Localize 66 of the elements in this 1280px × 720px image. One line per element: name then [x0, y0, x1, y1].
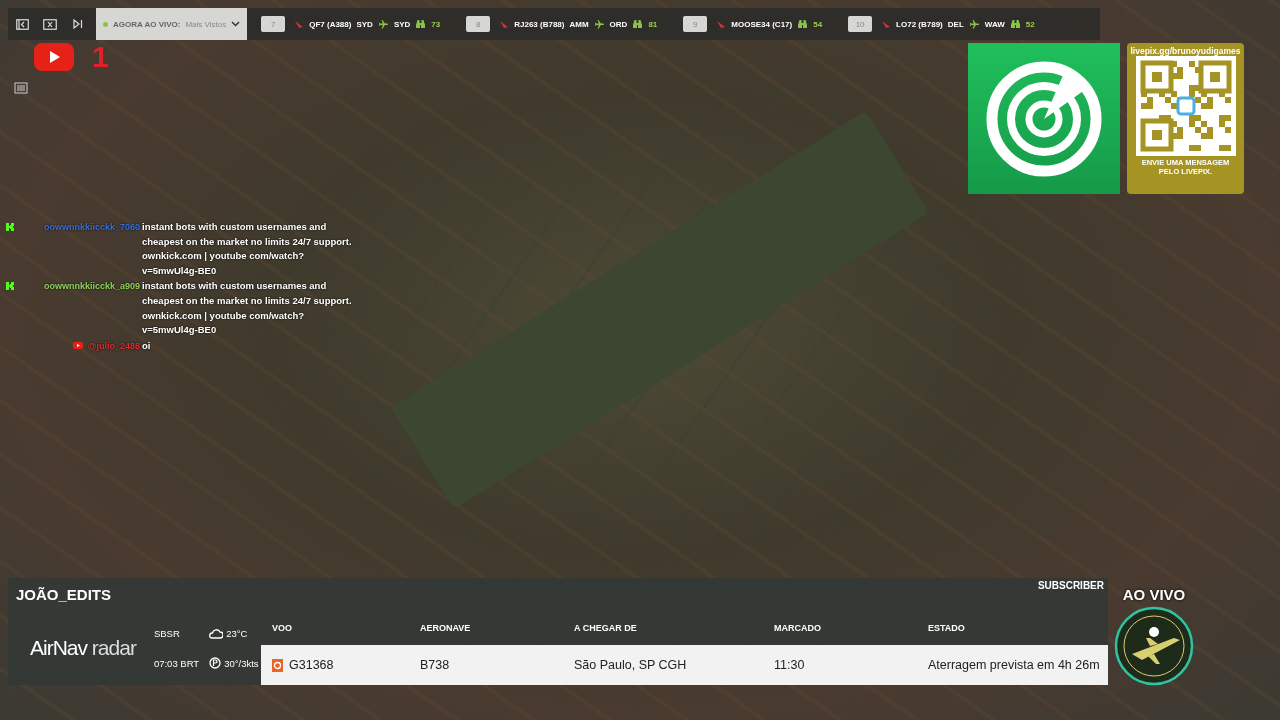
- origin-code: AMM: [569, 19, 589, 29]
- airplane-icon: [377, 18, 389, 30]
- watcher-count: 54: [813, 19, 823, 29]
- channel-title: JOÃO_EDITS: [16, 586, 112, 603]
- close-window-icon: [43, 18, 57, 30]
- binoculars-icon: [632, 19, 644, 29]
- airline-logo-icon: [499, 19, 510, 29]
- chat-message: oi: [142, 338, 152, 353]
- flight-callsign[interactable]: RJ263 (B788): [514, 19, 565, 29]
- youtube-play-icon: [34, 43, 74, 71]
- airport-code: SBSR: [153, 627, 181, 639]
- destination-code: WAW: [984, 19, 1005, 29]
- airplane-icon: [968, 18, 980, 30]
- cloud-icon: [209, 627, 224, 639]
- live-filter-dropdown[interactable]: AGORA AO VIVO: Mais Vistos: [96, 8, 248, 40]
- watcher-count: 52: [1025, 19, 1035, 29]
- origin-code: SYD: [356, 19, 373, 29]
- flight-callsign[interactable]: LO72 (B789): [896, 19, 943, 29]
- rank-label: 7: [261, 16, 286, 32]
- chat-list-icon: [14, 82, 28, 94]
- flight-callsign[interactable]: MOOSE34 (C17): [731, 19, 793, 29]
- kick-logo-icon: [6, 282, 14, 291]
- binoculars-icon: [797, 19, 809, 29]
- column-header: AERONAVE: [420, 622, 472, 633]
- airline-logo-icon: [881, 19, 892, 29]
- airline-logo-icon: [294, 19, 305, 29]
- table-cell-text: Aterragem prevista em 4h 26m: [928, 658, 1101, 672]
- live-label: AO VIVO: [1122, 586, 1186, 603]
- column-header: VOO: [272, 622, 293, 633]
- local-time-text: 07:03 BRT: [153, 657, 200, 669]
- youtube-icon: [72, 341, 83, 349]
- column-header: A CHEGAR DE: [574, 622, 638, 633]
- destination-code: ORD: [609, 19, 628, 29]
- airplane-icon: [593, 18, 605, 30]
- wind-text: 30°/3kts: [224, 657, 259, 669]
- temperature-text: 23°C: [226, 627, 248, 639]
- rank-label: 10: [848, 16, 873, 32]
- watcher-count: 81: [648, 19, 658, 29]
- table-cell: G31368: [289, 658, 334, 672]
- airline-logo-icon: [716, 19, 727, 29]
- kick-logo-icon: [6, 223, 14, 231]
- skip-next-icon: [73, 19, 83, 29]
- chevron-down-icon: [231, 21, 241, 27]
- wind-gauge-icon: [209, 657, 222, 669]
- chat-username[interactable]: oowwnnkkiicckk_a909: [43, 279, 140, 294]
- subscriber-label: SUBSCRIBER: [1037, 580, 1104, 591]
- table-cell-text: 11:30: [774, 658, 806, 672]
- column-header: ESTADO: [928, 622, 966, 633]
- subscriber-count: 1: [92, 42, 109, 72]
- watcher-count: 73: [431, 19, 441, 29]
- binoculars-icon: [1009, 19, 1021, 29]
- qr-code-icon: [1135, 56, 1236, 156]
- binoculars-icon: [415, 19, 427, 29]
- origin-code: DEL: [947, 19, 964, 29]
- table-cell-text: B738: [420, 658, 451, 672]
- table-cell-text: São Paulo, SP CGH: [574, 658, 688, 672]
- destination-code: SYD: [393, 19, 411, 29]
- flight-callsign[interactable]: QF7 (A388): [309, 19, 352, 29]
- rank-label: 8: [466, 16, 491, 32]
- flight-row[interactable]: G31368 B738 São Paulo, SP CGH 11:30 Aterragem prevista em 4h 26m: [261, 645, 1108, 685]
- collapse-icon: [15, 18, 29, 30]
- rank-label: 9: [683, 16, 708, 32]
- column-header: MARCADO: [774, 622, 822, 633]
- radar-logo-icon: [986, 60, 1102, 177]
- airline-logo-icon: [272, 658, 283, 672]
- airnav-radar-logo: AirNav radar: [30, 636, 136, 660]
